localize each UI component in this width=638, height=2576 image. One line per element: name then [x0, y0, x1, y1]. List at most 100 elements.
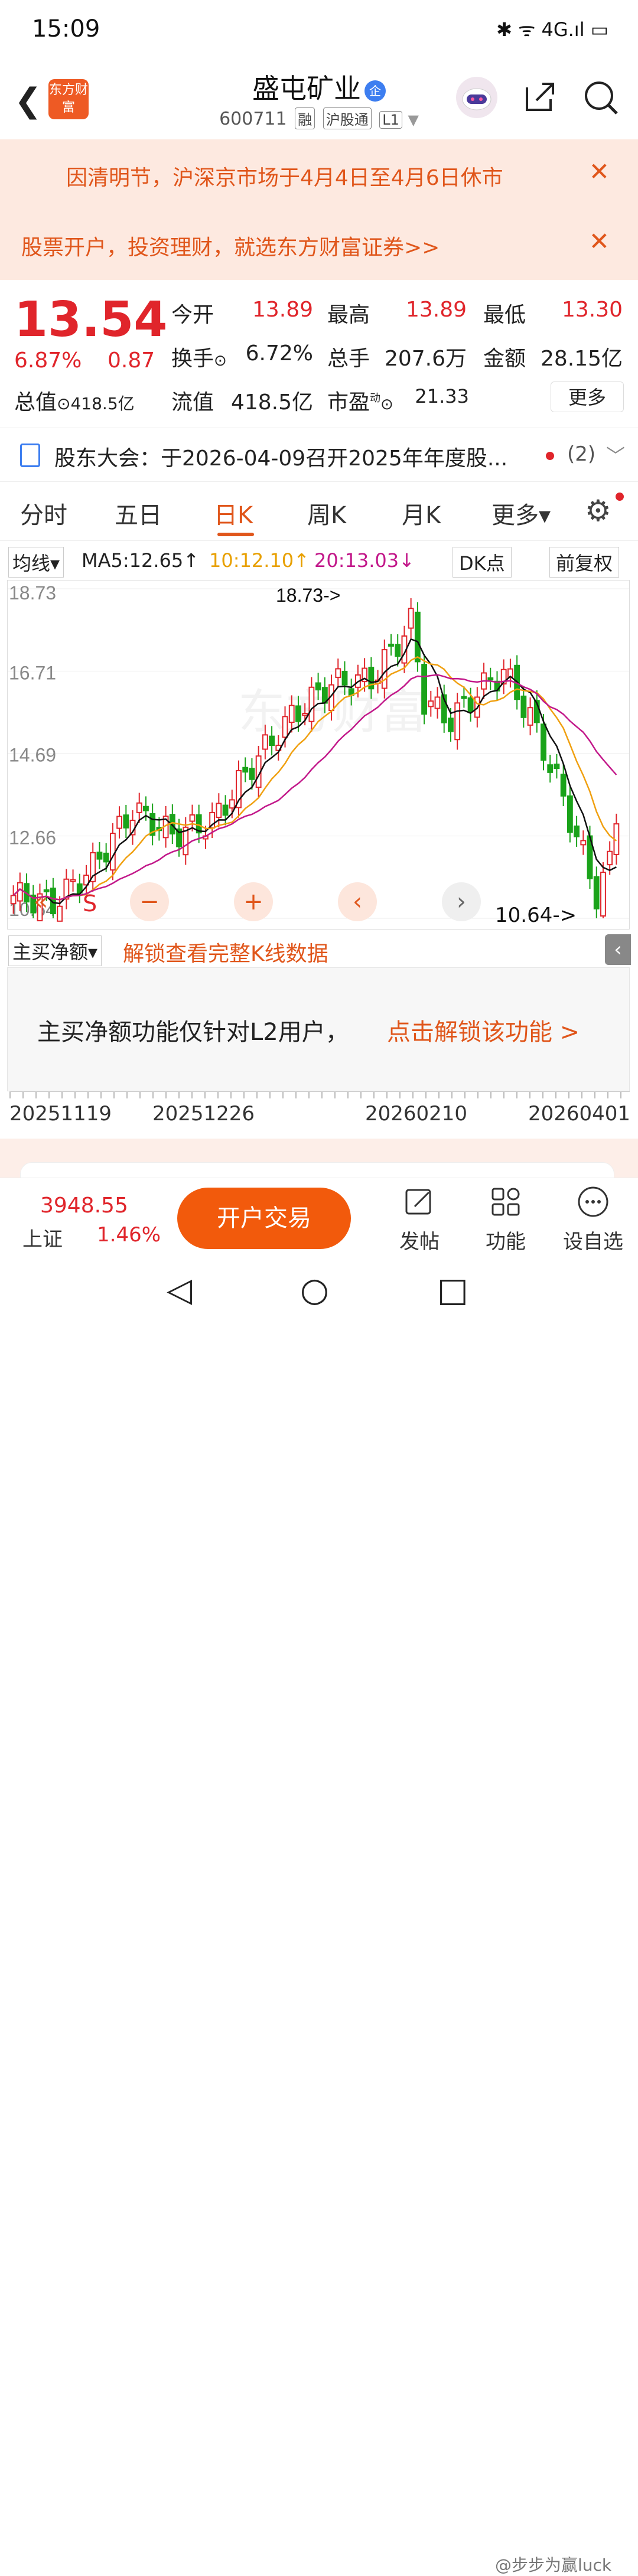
- nav-recent-icon[interactable]: □: [437, 1271, 468, 1309]
- date-label: 20260401: [528, 1102, 631, 1126]
- shareholder-meeting-bar[interactable]: 股东大会：于2026-04-09召开2025年年度股... (2) ﹀: [0, 428, 638, 482]
- candle-body: [421, 664, 428, 715]
- watchlist-label: 设自选: [563, 1230, 623, 1254]
- candle-body: [547, 764, 554, 773]
- candle-body: [216, 803, 222, 818]
- index-percent[interactable]: 1.46%: [97, 1223, 161, 1247]
- adjust-button[interactable]: 前复权: [549, 547, 620, 578]
- candle-body: [103, 852, 109, 863]
- scroll-right-button[interactable]: ›: [442, 882, 481, 921]
- l2-unlock-link[interactable]: 点击解锁该功能 >: [387, 1013, 580, 1047]
- open-label: 今开: [171, 303, 214, 327]
- open-value: 13.89: [252, 298, 313, 322]
- candle-body: [520, 695, 527, 718]
- tag-hk-connect: 沪股通: [323, 107, 372, 129]
- pe-value: 21.33: [415, 385, 469, 407]
- k-line-chart[interactable]: 18.7316.7114.6912.6610.64东方财富18.73->: [7, 580, 630, 930]
- active-tab-indicator: [217, 533, 254, 536]
- document-icon: [20, 444, 40, 467]
- share-icon[interactable]: [522, 79, 558, 122]
- ma20-value: 20:13.03↓: [314, 549, 415, 572]
- holiday-notice[interactable]: 因清明节，沪深京市场于4月4日至4月6日休市 ✕: [0, 139, 638, 209]
- tab-more[interactable]: 更多▾: [491, 496, 551, 530]
- edit-icon: [384, 1185, 455, 1221]
- close-icon[interactable]: ✕: [589, 157, 610, 186]
- ma-legend: 均线▾ MA5:12.65↑ 10:12.10↑ 20:13.03↓ DK点 前…: [0, 542, 638, 581]
- candle-body: [541, 723, 546, 761]
- main-buy-selector[interactable]: 主买净额▾: [8, 935, 102, 966]
- float-label: 流值: [171, 390, 214, 415]
- stock-name: 盛屯矿业: [252, 73, 361, 105]
- tab-five-day[interactable]: 五日: [115, 496, 162, 530]
- pe-sup: 动: [370, 392, 381, 405]
- y-tick-label: 14.69: [9, 745, 56, 766]
- zoom-in-button[interactable]: +: [234, 882, 273, 921]
- candle-body: [341, 670, 348, 686]
- scroll-left-button[interactable]: ‹: [338, 882, 377, 921]
- nav-home-icon[interactable]: ○: [300, 1271, 329, 1309]
- turnover-label: 换手: [171, 347, 214, 371]
- rewind-button[interactable]: «: [21, 882, 60, 921]
- zoom-out-button[interactable]: −: [130, 882, 169, 921]
- candle-body: [448, 718, 454, 732]
- indicator-selector[interactable]: 均线▾: [8, 547, 64, 578]
- candle-body: [560, 774, 567, 797]
- more-button[interactable]: 更多: [551, 381, 624, 412]
- k-line-svg: 18.7316.7114.6912.6610.64东方财富18.73->: [8, 582, 629, 922]
- close-icon[interactable]: ✕: [589, 227, 610, 256]
- candle-body: [123, 814, 129, 829]
- pe-label: 市盈: [327, 390, 370, 415]
- grid-icon: [470, 1185, 541, 1221]
- low-label: 最低: [483, 303, 526, 327]
- y-tick-label: 16.71: [9, 662, 56, 683]
- candle-body: [143, 806, 149, 811]
- candle-body: [295, 705, 301, 722]
- nav-back-icon[interactable]: ◁: [167, 1271, 192, 1309]
- gear-icon[interactable]: ⚙: [585, 494, 611, 528]
- info-icon[interactable]: ⊙: [380, 396, 393, 413]
- candle-body: [302, 713, 308, 716]
- dk-point-button[interactable]: DK点: [453, 547, 512, 578]
- date-label: 20260210: [365, 1102, 468, 1126]
- function-button[interactable]: 功能: [470, 1185, 541, 1254]
- status-bar: 15:09 ✱ ᯤ 4G.ıl ▭: [0, 0, 638, 59]
- turnover-value: 6.72%: [245, 341, 313, 366]
- unread-dot: [546, 452, 554, 460]
- total-value: 总值⊙418.5亿: [14, 385, 135, 416]
- function-label: 功能: [486, 1230, 526, 1254]
- info-icon[interactable]: ⊙: [214, 352, 227, 370]
- candle-body: [381, 649, 388, 689]
- post-button[interactable]: 发帖: [384, 1185, 455, 1254]
- unlock-kline-link[interactable]: 解锁查看完整K线数据: [123, 937, 328, 967]
- chevron-down-icon[interactable]: ﹀: [606, 441, 625, 468]
- info-icon[interactable]: ⊙: [57, 394, 70, 413]
- notice-banner: 因清明节，沪深京市场于4月4日至4月6日休市 ✕ 股票开户，投资理财，就选东方财…: [0, 139, 638, 280]
- candle-body: [607, 850, 613, 866]
- tab-daily-k[interactable]: 日K: [214, 496, 253, 530]
- candle-body: [222, 804, 229, 816]
- index-name[interactable]: 上证: [22, 1223, 63, 1252]
- trade-button[interactable]: 开户交易: [177, 1188, 351, 1249]
- meeting-count: (2): [567, 442, 596, 466]
- assistant-robot-icon[interactable]: [456, 77, 497, 118]
- watchlist-button[interactable]: 设自选: [558, 1185, 629, 1254]
- system-nav-bar: ◁ ○ □ @步步为赢luck: [0, 1254, 638, 2575]
- account-promo-text: 股票开户，投资理财，就选东方财富证券>>: [21, 236, 440, 260]
- tab-intraday[interactable]: 分时: [20, 496, 67, 530]
- weibo-watermark: @步步为赢luck: [495, 2555, 612, 2575]
- date-axis: 20251119 20251226 20260210 20260401: [0, 1091, 638, 1139]
- date-ticks: [9, 1091, 630, 1098]
- sell-signal: S: [83, 891, 97, 917]
- candle-body: [315, 682, 321, 691]
- y-tick-label: 12.66: [9, 827, 56, 849]
- index-value[interactable]: 3948.55: [40, 1194, 128, 1218]
- search-icon[interactable]: [582, 79, 619, 123]
- amount-label: 金额: [483, 347, 526, 371]
- account-promo-notice[interactable]: 股票开户，投资理财，就选东方财富证券>> ✕: [0, 209, 638, 279]
- tab-weekly-k[interactable]: 周K: [307, 496, 346, 530]
- holiday-notice-text: 因清明节，沪深京市场于4月4日至4月6日休市: [66, 166, 503, 190]
- candle-body: [335, 668, 341, 678]
- collapse-toggle[interactable]: ‹: [605, 934, 631, 965]
- tab-monthly-k[interactable]: 月K: [402, 496, 441, 530]
- total-value-amount: 418.5亿: [70, 394, 135, 413]
